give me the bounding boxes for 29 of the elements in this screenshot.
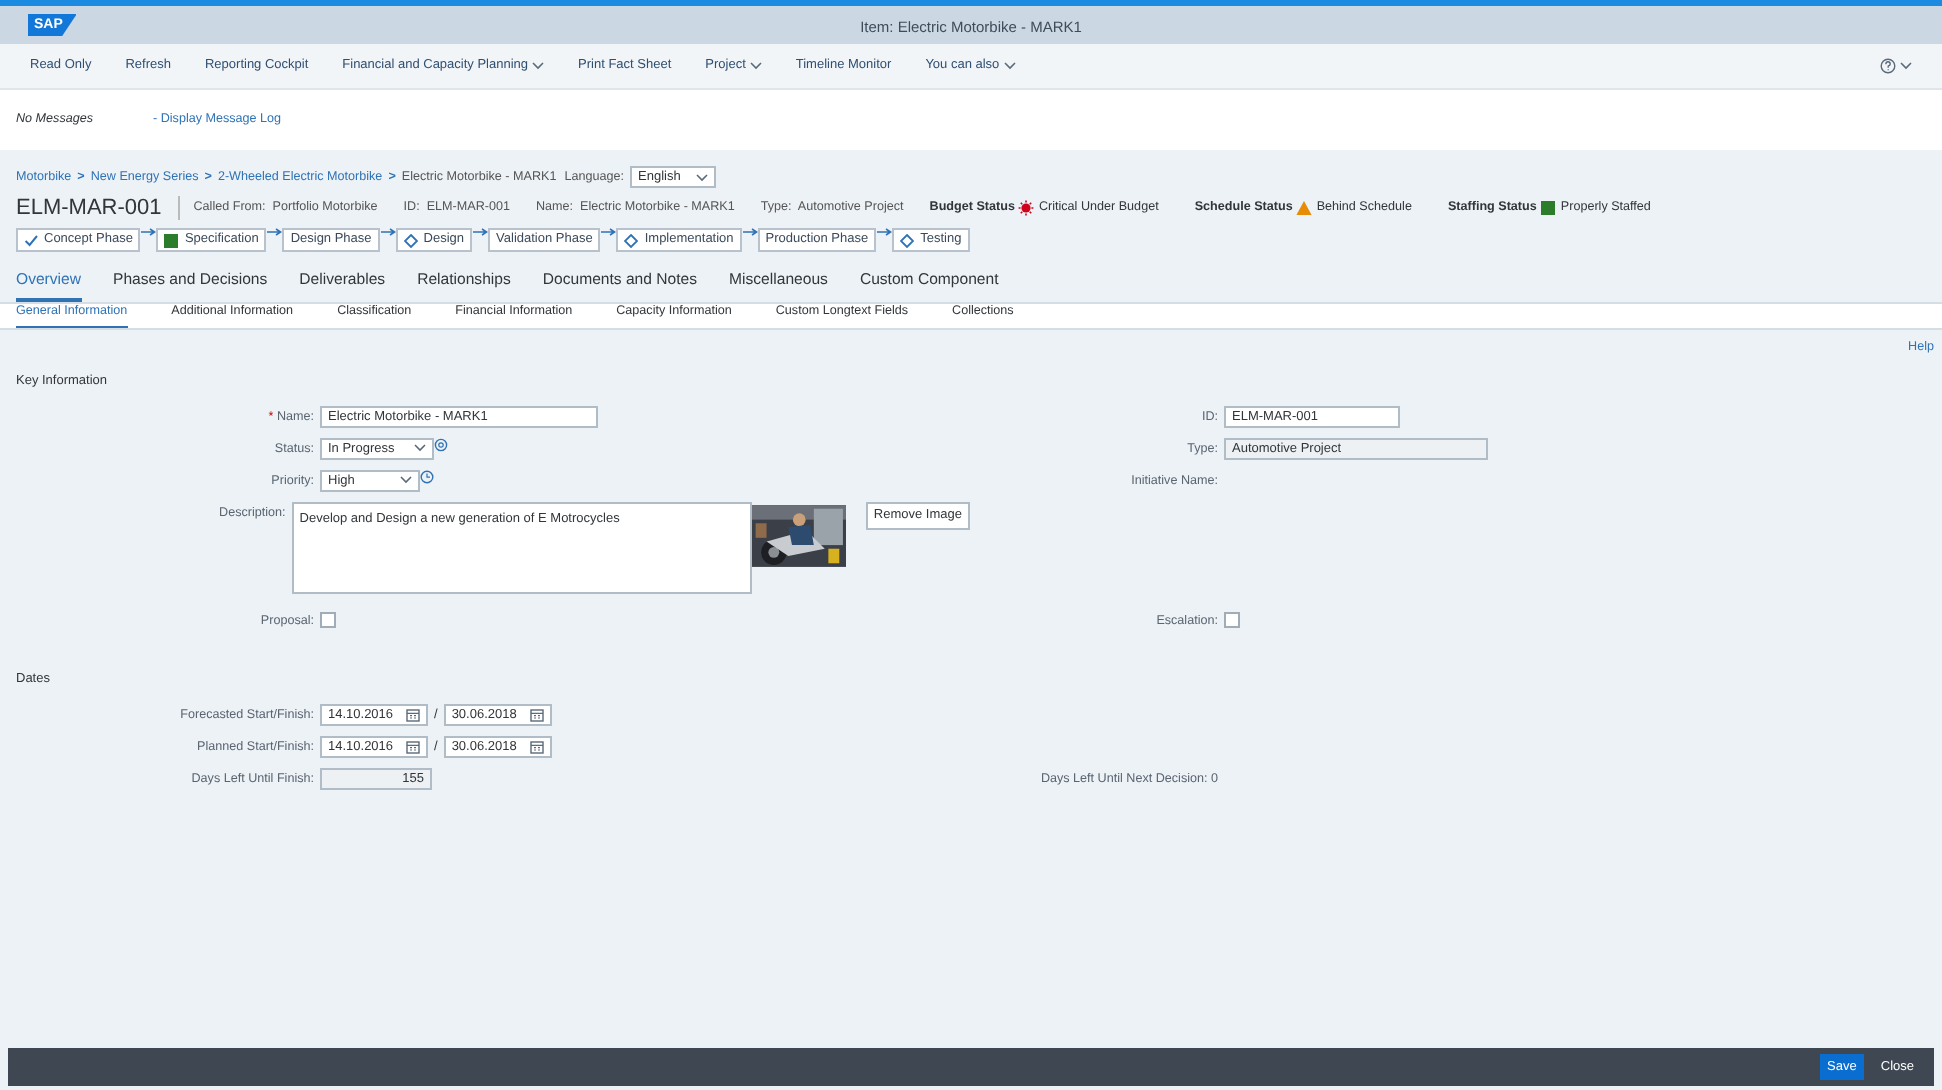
diamond-icon bbox=[403, 233, 418, 247]
arrow-icon bbox=[741, 228, 758, 242]
arrow-icon bbox=[140, 228, 157, 242]
proposal-checkbox[interactable] bbox=[320, 611, 336, 628]
help-icon bbox=[1880, 58, 1896, 74]
diamond-icon bbox=[624, 233, 639, 247]
help-menu-button[interactable] bbox=[1880, 58, 1912, 74]
arrow-icon bbox=[472, 228, 489, 242]
calendar-icon bbox=[529, 739, 544, 754]
caret-icon bbox=[1003, 62, 1016, 70]
square-icon bbox=[164, 233, 179, 247]
caret-icon bbox=[400, 476, 412, 485]
object-id: ELM-MAR-001 bbox=[16, 196, 180, 220]
arrow-icon bbox=[600, 228, 617, 242]
calendar-icon bbox=[406, 739, 420, 754]
clock-icon bbox=[420, 469, 434, 484]
caret-icon bbox=[749, 62, 762, 70]
calendar-icon bbox=[406, 707, 420, 722]
diamond-icon bbox=[900, 233, 915, 247]
caret-icon bbox=[532, 62, 545, 70]
escalation-checkbox[interactable] bbox=[1224, 611, 1240, 628]
caret-icon bbox=[1900, 62, 1912, 70]
caret-icon bbox=[414, 444, 426, 453]
check-icon bbox=[24, 233, 38, 247]
caret-icon bbox=[696, 173, 708, 181]
arrow-icon bbox=[876, 228, 893, 242]
arrow-icon bbox=[379, 228, 396, 242]
calendar-icon bbox=[529, 707, 544, 722]
arrow-icon bbox=[266, 228, 283, 242]
